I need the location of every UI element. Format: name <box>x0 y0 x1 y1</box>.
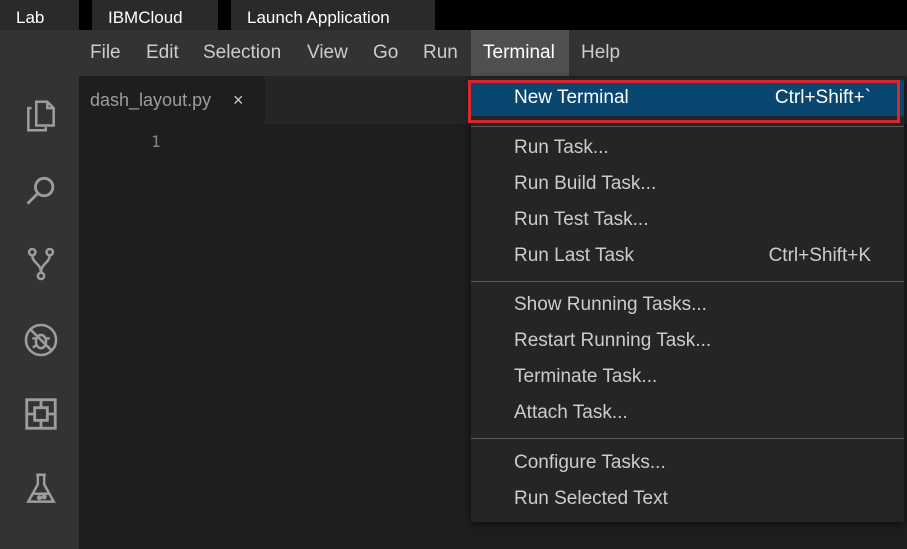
menu-file[interactable]: File <box>90 30 121 76</box>
menu-separator <box>471 281 904 282</box>
menu-item-label: Attach Task... <box>514 402 628 423</box>
menu-run[interactable]: Run <box>423 30 458 76</box>
menu-item-attach-task[interactable]: Attach Task... <box>471 395 904 431</box>
browser-tab-lab[interactable]: Lab <box>0 0 79 30</box>
activity-bar <box>0 76 79 549</box>
menu-go[interactable]: Go <box>373 30 398 76</box>
menu-view[interactable]: View <box>307 30 348 76</box>
menu-item-shortcut: Ctrl+Shift+` <box>774 87 871 108</box>
menu-item-configure-tasks[interactable]: Configure Tasks... <box>471 445 904 481</box>
menu-separator <box>471 438 904 439</box>
menu-item-run-test-task[interactable]: Run Test Task... <box>471 202 904 238</box>
browser-tab-strip: Lab IBMCloud Launch Application <box>0 0 907 30</box>
menu-terminal[interactable]: Terminal <box>471 30 569 76</box>
line-number: 1 <box>151 132 161 151</box>
menu-edit[interactable]: Edit <box>146 30 179 76</box>
menu-selection[interactable]: Selection <box>203 30 281 76</box>
menu-item-label: New Terminal <box>514 87 629 108</box>
menu-item-label: Configure Tasks... <box>514 452 666 473</box>
debug-icon[interactable] <box>21 320 61 360</box>
menu-item-run-last-task[interactable]: Run Last Task Ctrl+Shift+K <box>471 238 904 274</box>
menu-item-terminate-task[interactable]: Terminate Task... <box>471 359 904 395</box>
editor-tab-label: dash_layout.py <box>90 90 212 110</box>
menu-item-label: Run Selected Text <box>514 488 668 509</box>
menu-item-shortcut: Ctrl+Shift+K <box>768 245 871 266</box>
menu-item-label: Run Build Task... <box>514 173 657 194</box>
browser-tab-ibmcloud[interactable]: IBMCloud <box>92 0 218 30</box>
editor-tab-dash-layout[interactable]: dash_layout.py × <box>79 76 265 124</box>
menu-bar: File Edit Selection View Go Run Terminal… <box>0 30 907 76</box>
search-icon[interactable] <box>21 171 61 211</box>
menu-item-show-running-tasks[interactable]: Show Running Tasks... <box>471 287 904 323</box>
source-control-icon[interactable] <box>21 244 61 284</box>
menu-separator <box>471 126 904 127</box>
menu-item-new-terminal[interactable]: New Terminal Ctrl+Shift+` <box>471 80 904 116</box>
menu-item-label: Run Task... <box>514 137 609 158</box>
menu-item-run-build-task[interactable]: Run Build Task... <box>471 166 904 202</box>
close-icon[interactable]: × <box>233 90 244 111</box>
menu-help[interactable]: Help <box>581 30 620 76</box>
menu-item-run-task[interactable]: Run Task... <box>471 130 904 166</box>
menu-item-label: Show Running Tasks... <box>514 294 707 315</box>
menu-item-label: Run Last Task <box>514 245 635 266</box>
lab-flask-icon[interactable] <box>21 469 61 509</box>
menu-item-label: Terminate Task... <box>514 366 658 387</box>
extensions-icon[interactable] <box>21 394 61 434</box>
menu-item-run-selected-text[interactable]: Run Selected Text <box>471 481 904 517</box>
menu-item-label: Restart Running Task... <box>514 330 712 351</box>
menu-item-restart-running-task[interactable]: Restart Running Task... <box>471 323 904 359</box>
browser-tab-launch-application[interactable]: Launch Application <box>231 0 435 30</box>
explorer-icon[interactable] <box>21 96 61 136</box>
menu-item-label: Run Test Task... <box>514 209 649 230</box>
terminal-menu-dropdown: New Terminal Ctrl+Shift+` Run Task... Ru… <box>471 78 904 522</box>
